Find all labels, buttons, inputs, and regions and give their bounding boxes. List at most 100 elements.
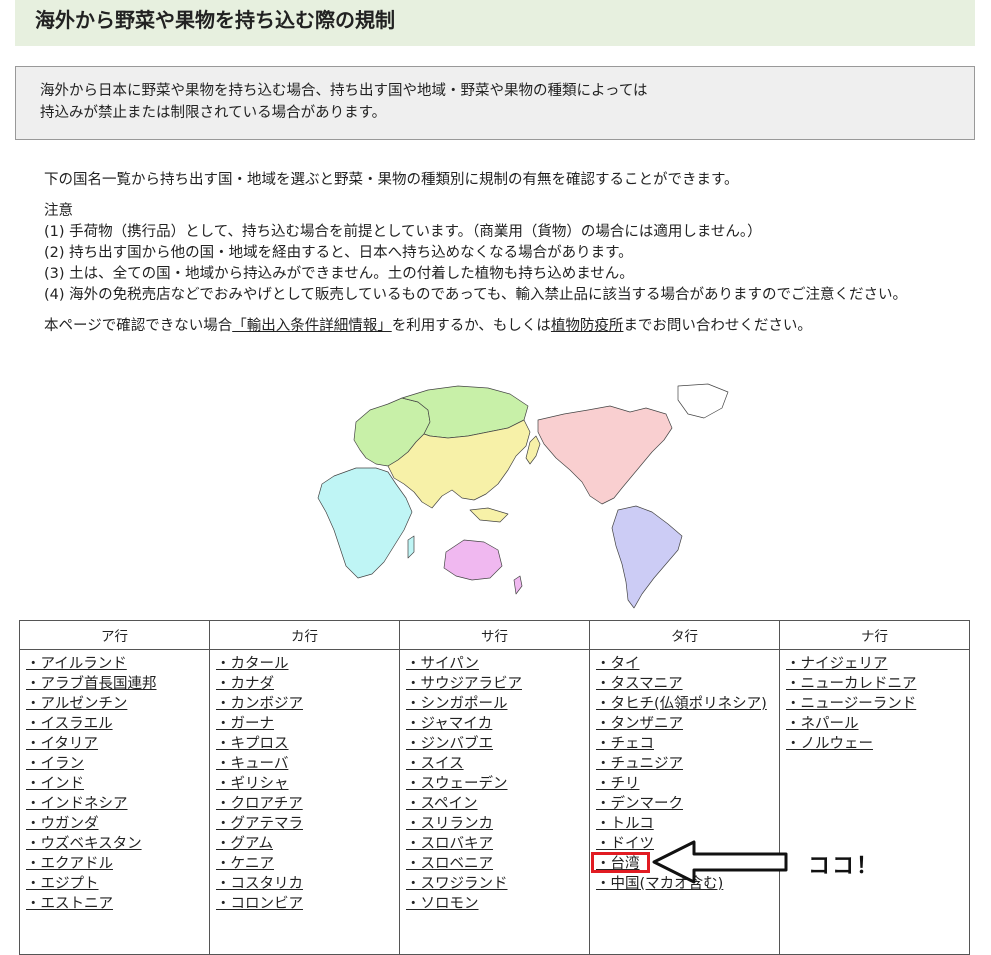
country-link[interactable]: ・アルゼンチン [26,696,127,712]
country-link[interactable]: ・スウェーデン [406,776,508,792]
country-link[interactable]: ・スワジランド [406,876,508,892]
country-link[interactable]: ・アイルランド [26,656,127,672]
country-link[interactable]: ・コロンビア [216,896,303,912]
column-header-na: ナ行 [779,620,970,650]
country-link[interactable]: ・イラン [26,756,84,772]
country-link[interactable]: ・ジンバブエ [406,736,493,752]
country-link[interactable]: ・ソロモン [406,896,479,912]
country-list-sa: ・サイパン・サウジアラビア ・シンガポール ・ジャマイカ ・ジンバブエ ・スイス・スウェ… [406,654,589,914]
sea-islands-region[interactable] [469,507,509,523]
plant-protection-station-link[interactable]: 植物防疫所 [551,318,624,334]
country-link[interactable]: ・グアテマラ [216,816,303,832]
country-link[interactable]: ・チリ [596,776,640,792]
country-link[interactable]: ・イスラエル [26,716,113,732]
country-list-item: ・ケニア [216,854,399,874]
country-link[interactable]: ・ウガンダ [26,816,99,832]
pointer-arrow-icon [652,840,788,884]
new-zealand-region[interactable] [513,575,523,595]
country-list-item: ・キューバ [216,754,399,774]
country-link[interactable]: ・キプロス [216,736,289,752]
country-link[interactable]: ・ギリシャ [216,776,289,792]
note-2: (2) 持ち出す国から他の国・地域を経由すると、日本へ持ち込めなくなる場合があり… [44,245,633,261]
country-link[interactable]: ・グアム [216,836,273,852]
country-link[interactable]: ・スイス [406,756,464,772]
country-list-item: ・スロバキア [406,834,589,854]
country-link[interactable]: ・タスマニア [596,676,683,692]
country-list-item: ・トルコ [596,814,779,834]
country-link[interactable]: ・ノルウェー [786,736,873,752]
country-link[interactable]: ・ウズベキスタン [26,836,142,852]
country-link[interactable]: ・ガーナ [216,716,274,732]
country-list-na: ・ナイジェリア・ニューカレドニア ・ニュージーランド ・ネパール・ノルウェー [786,654,969,754]
country-list-item: ・コロンビア [216,894,399,914]
column-sa: ・サイパン・サウジアラビア ・シンガポール ・ジャマイカ ・ジンバブエ ・スイス・スウェ… [399,649,590,955]
country-list-item: ・クロアチア [216,794,399,814]
oceania-region[interactable] [443,539,503,581]
country-list-item: ・アイルランド [26,654,209,674]
country-list-item: ・チュニジア [596,754,779,774]
country-link[interactable]: ・タンザニア [596,716,683,732]
country-list-item: ・コスタリカ [216,874,399,894]
country-link[interactable]: ・カンボジア [216,696,303,712]
country-link[interactable]: ・カタール [216,656,289,672]
country-link[interactable]: ・ナイジェリア [786,656,888,672]
country-link[interactable]: ・チュニジア [596,756,683,772]
country-link[interactable]: ・ネパール [786,716,859,732]
country-link[interactable]: ・チェコ [596,736,654,752]
country-link[interactable]: ・トルコ [596,816,654,832]
madagascar-region[interactable] [407,535,415,559]
country-list-item: ・グアテマラ [216,814,399,834]
country-link[interactable]: ・エストニア [26,896,113,912]
column-header-sa: サ行 [399,620,590,650]
country-link[interactable]: ・コスタリカ [216,876,303,892]
country-link[interactable]: ・クロアチア [216,796,303,812]
country-link[interactable]: ・タヒチ(仏領ポリネシア) [596,696,767,712]
country-list-item: ・グアム [216,834,399,854]
north-america-region[interactable] [537,405,673,505]
world-map[interactable] [238,380,748,612]
country-list-item: ・スワジランド [406,874,589,894]
country-list-item: ・スウェーデン [406,774,589,794]
country-link[interactable]: ・インドネシア [26,796,128,812]
country-link[interactable]: ・シンガポール [406,696,508,712]
country-link[interactable]: ・スロベニア [406,856,493,872]
column-ta: ・タイ・タスマニア・タヒチ(仏領ポリネシア) ・タンザニア ・チェコ・チュニジア ・チ… [589,649,780,955]
country-link[interactable]: ・エクアドル [26,856,113,872]
greenland-region[interactable] [677,383,729,419]
country-table: ア行 カ行 サ行 タ行 ナ行 ・アイルランド ・アラブ首長国連邦 ・アルゼンチン ・イ… [19,620,970,955]
country-link[interactable]: ・ニュージーランド [786,696,916,712]
intro-box: 海外から日本に野菜や果物を持ち込む場合、持ち出す国や地域・野菜や果物の種類によっ… [15,66,975,140]
country-link[interactable]: ・カナダ [216,676,274,692]
refer-pre: 本ページで確認できない場合 [44,318,233,334]
refer-mid: を利用するか、もしくは [391,318,551,334]
country-link[interactable]: ・キューバ [216,756,288,772]
country-link[interactable]: ・スペイン [406,796,478,812]
country-link[interactable]: ・スロバキア [406,836,493,852]
country-link[interactable]: ・アラブ首長国連邦 [26,676,157,692]
country-list-item: ・ウズベキスタン [26,834,209,854]
country-list-item: ・ナイジェリア [786,654,969,674]
country-link[interactable]: ・ケニア [216,856,274,872]
africa-region[interactable] [317,467,413,579]
country-link[interactable]: ・デンマーク [596,796,683,812]
country-link[interactable]: ・イタリア [26,736,98,752]
refer-post: までお問い合わせください。 [623,318,812,334]
country-link[interactable]: ・サウジアラビア [406,676,522,692]
country-link[interactable]: ・エジプト [26,876,99,892]
country-link[interactable]: ・ドイツ [596,836,654,852]
country-link[interactable]: ・インド [26,776,84,792]
country-link[interactable]: ・タイ [596,656,640,672]
taiwan-highlight-box [591,852,650,873]
intro-line-2: 持込みが禁止または制限されている場合があります。 [40,105,387,121]
country-list-item: ・シンガポール [406,694,589,714]
south-america-region[interactable] [611,505,683,609]
trade-conditions-link[interactable]: 「輸出入条件詳細情報」 [232,318,392,334]
column-header-a: ア行 [19,620,210,650]
country-link[interactable]: ・スリランカ [406,816,493,832]
country-link[interactable]: ・ジャマイカ [406,716,492,732]
country-link[interactable]: ・サイパン [406,656,479,672]
country-list-item: ・アルゼンチン [26,694,209,714]
japan-region[interactable] [525,435,541,465]
country-list-item: ・タスマニア [596,674,779,694]
country-link[interactable]: ・ニューカレドニア [786,676,917,692]
